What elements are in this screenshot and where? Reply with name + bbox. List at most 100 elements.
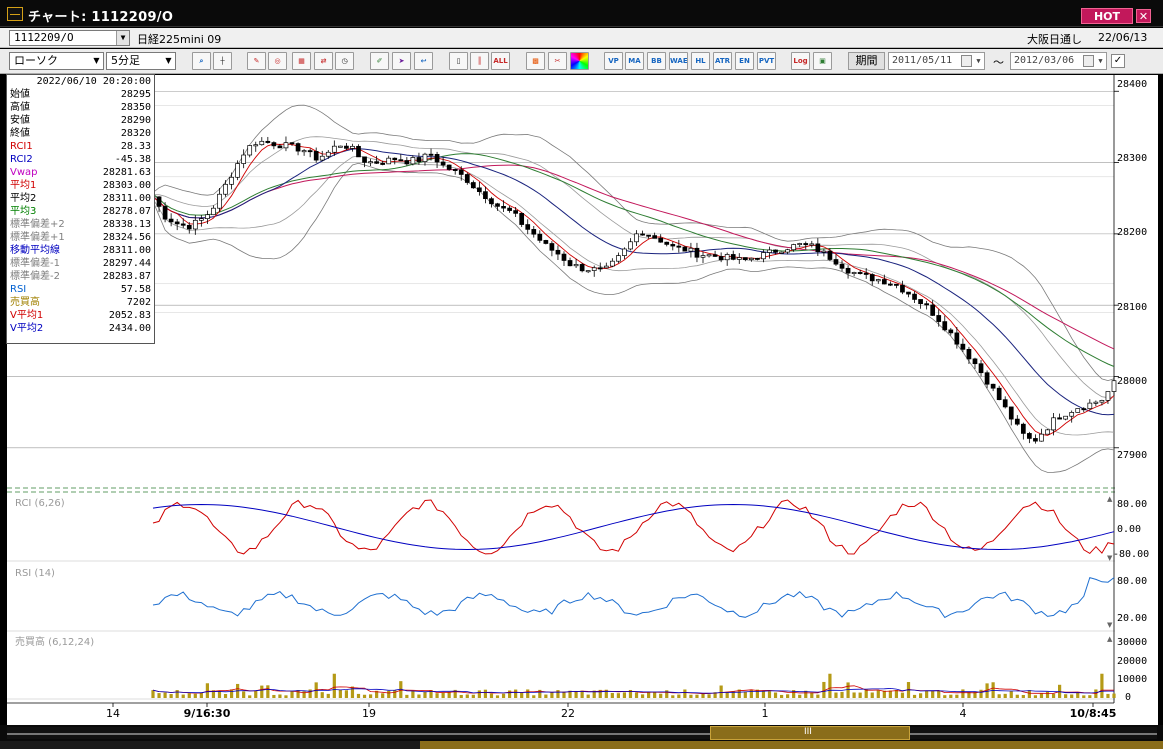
- volume-bar: [544, 694, 548, 698]
- data-window-value: 28281.63: [102, 167, 151, 178]
- en-icon[interactable]: EN: [735, 52, 754, 70]
- data-window-row: 安値 28290: [10, 114, 151, 127]
- vp-icon[interactable]: VP: [604, 52, 623, 70]
- wae-icon[interactable]: WAE: [669, 52, 688, 70]
- pen-icon[interactable]: ✐: [370, 52, 389, 70]
- candle-body: [410, 157, 416, 165]
- date-from-input[interactable]: 2011/05/11 ▼: [888, 52, 985, 70]
- status-bar: [0, 741, 1163, 749]
- data-window-row: V平均2 2434.00: [10, 322, 151, 335]
- brush-icon[interactable]: ✂: [548, 52, 567, 70]
- pattern-icon[interactable]: ▩: [526, 52, 545, 70]
- candle-body: [555, 249, 561, 255]
- calendar-icon[interactable]: [961, 55, 972, 67]
- candle-icon[interactable]: ▯: [449, 52, 468, 70]
- interval-select[interactable]: 5分足 ▼: [106, 52, 176, 70]
- volume-bar: [640, 694, 645, 698]
- crosshair-icon[interactable]: ┼: [213, 52, 232, 70]
- candle-body: [1045, 429, 1050, 435]
- data-window-value: 28303.00: [102, 180, 151, 191]
- volume-bar: [719, 685, 723, 698]
- data-window-label: 終値: [10, 128, 30, 139]
- y-tick-label: 27900: [1117, 450, 1147, 461]
- volume-bar: [1033, 695, 1038, 698]
- save-icon[interactable]: ▣: [813, 52, 832, 70]
- chevron-down-icon[interactable]: ▼: [116, 31, 129, 45]
- candle-body: [900, 284, 905, 293]
- candle-body: [404, 160, 410, 165]
- candle-body: [875, 279, 881, 282]
- chart-area[interactable]: ▲ ▼ ▼ ▲ RCI (6,26) RSI (14) 売買高 (6,12,24) 2…: [7, 75, 1158, 725]
- cursor-icon[interactable]: ➤: [392, 52, 411, 70]
- candle-body: [501, 206, 506, 209]
- arrow-icon[interactable]: ↩: [414, 52, 433, 70]
- timeline-scrollbar[interactable]: III: [0, 725, 1163, 741]
- candle-body: [906, 291, 911, 295]
- chevron-down-icon[interactable]: ▼: [90, 53, 103, 69]
- candle-body: [350, 145, 355, 149]
- pvt-icon[interactable]: PVT: [757, 52, 776, 70]
- volume-bar: [459, 694, 463, 698]
- candle-body: [773, 249, 778, 253]
- volume-bar: [157, 693, 161, 698]
- candle-body: [513, 210, 518, 214]
- candle-body: [821, 250, 827, 253]
- color-icon[interactable]: [570, 52, 589, 70]
- clock-icon[interactable]: ◷: [335, 52, 354, 70]
- candle-body: [549, 243, 555, 251]
- candle-body: [289, 142, 295, 145]
- draw-icon[interactable]: ✎: [247, 52, 266, 70]
- candle-body: [694, 247, 700, 258]
- candle-body: [845, 267, 851, 274]
- data-window-label: 標準偏差-1: [10, 258, 60, 269]
- hl-icon[interactable]: HL: [691, 52, 710, 70]
- candle-body: [271, 142, 277, 147]
- data-window-row: 平均3 28278.07: [10, 205, 151, 218]
- x-tick-label: 1: [762, 707, 769, 720]
- volume-bar: [435, 693, 439, 698]
- candle-body: [1063, 415, 1068, 420]
- volume-bar: [465, 694, 469, 698]
- data-window-value: 28338.13: [102, 219, 151, 230]
- chevron-down-icon[interactable]: ▼: [1095, 53, 1106, 69]
- shuffle-icon[interactable]: ⇄: [314, 52, 333, 70]
- circle-icon[interactable]: ◎: [268, 52, 287, 70]
- grid-icon[interactable]: ▦: [292, 52, 311, 70]
- grip-icon: III: [804, 727, 812, 737]
- chevron-down-icon[interactable]: ▼: [973, 53, 984, 69]
- bb-icon[interactable]: BB: [647, 52, 666, 70]
- all-icon[interactable]: ALL: [491, 52, 510, 70]
- volume-bar: [229, 689, 234, 698]
- calendar-icon[interactable]: [1083, 55, 1094, 67]
- candle-body: [942, 321, 948, 331]
- scrollbar-thumb[interactable]: III: [710, 726, 910, 740]
- candle-body: [718, 256, 724, 261]
- chart-type-select[interactable]: ローソク ▼: [9, 52, 104, 70]
- y-tick-label: 28000: [1117, 376, 1147, 387]
- symbol-select[interactable]: 1112209/O ▼: [9, 30, 130, 46]
- hot-button[interactable]: HOT: [1081, 8, 1133, 24]
- chevron-down-icon[interactable]: ▼: [162, 53, 175, 69]
- period-button[interactable]: 期間: [848, 52, 885, 70]
- candle-body: [597, 267, 603, 270]
- bar-icon[interactable]: ║: [470, 52, 489, 70]
- range-checkbox[interactable]: ✓: [1111, 54, 1125, 68]
- candle-body: [265, 140, 271, 143]
- x-tick-label: 14: [106, 707, 120, 720]
- atr-icon[interactable]: ATR: [713, 52, 732, 70]
- log-icon[interactable]: Log: [791, 52, 810, 70]
- volume-bar: [417, 694, 421, 698]
- search-icon[interactable]: ⌕: [192, 52, 211, 70]
- candle-body: [839, 263, 845, 269]
- symbol-bar: 1112209/O ▼ 日経225mini 09 大阪日通し 22/06/13: [0, 28, 1163, 48]
- ma-icon[interactable]: MA: [625, 52, 644, 70]
- chart-svg[interactable]: ▲▼▼▲ RCI (6,26) RSI (14) 売買高 (6,12,24) 2…: [7, 75, 1158, 725]
- candle-body: [537, 233, 543, 241]
- candle-body: [936, 315, 942, 322]
- volume-bar: [205, 683, 209, 698]
- y-tick-label: 28100: [1117, 302, 1147, 313]
- date-to-input[interactable]: 2012/03/06 ▼: [1010, 52, 1107, 70]
- volume-bar: [483, 689, 488, 698]
- volume-bar: [441, 692, 445, 698]
- close-button[interactable]: ✕: [1136, 9, 1151, 23]
